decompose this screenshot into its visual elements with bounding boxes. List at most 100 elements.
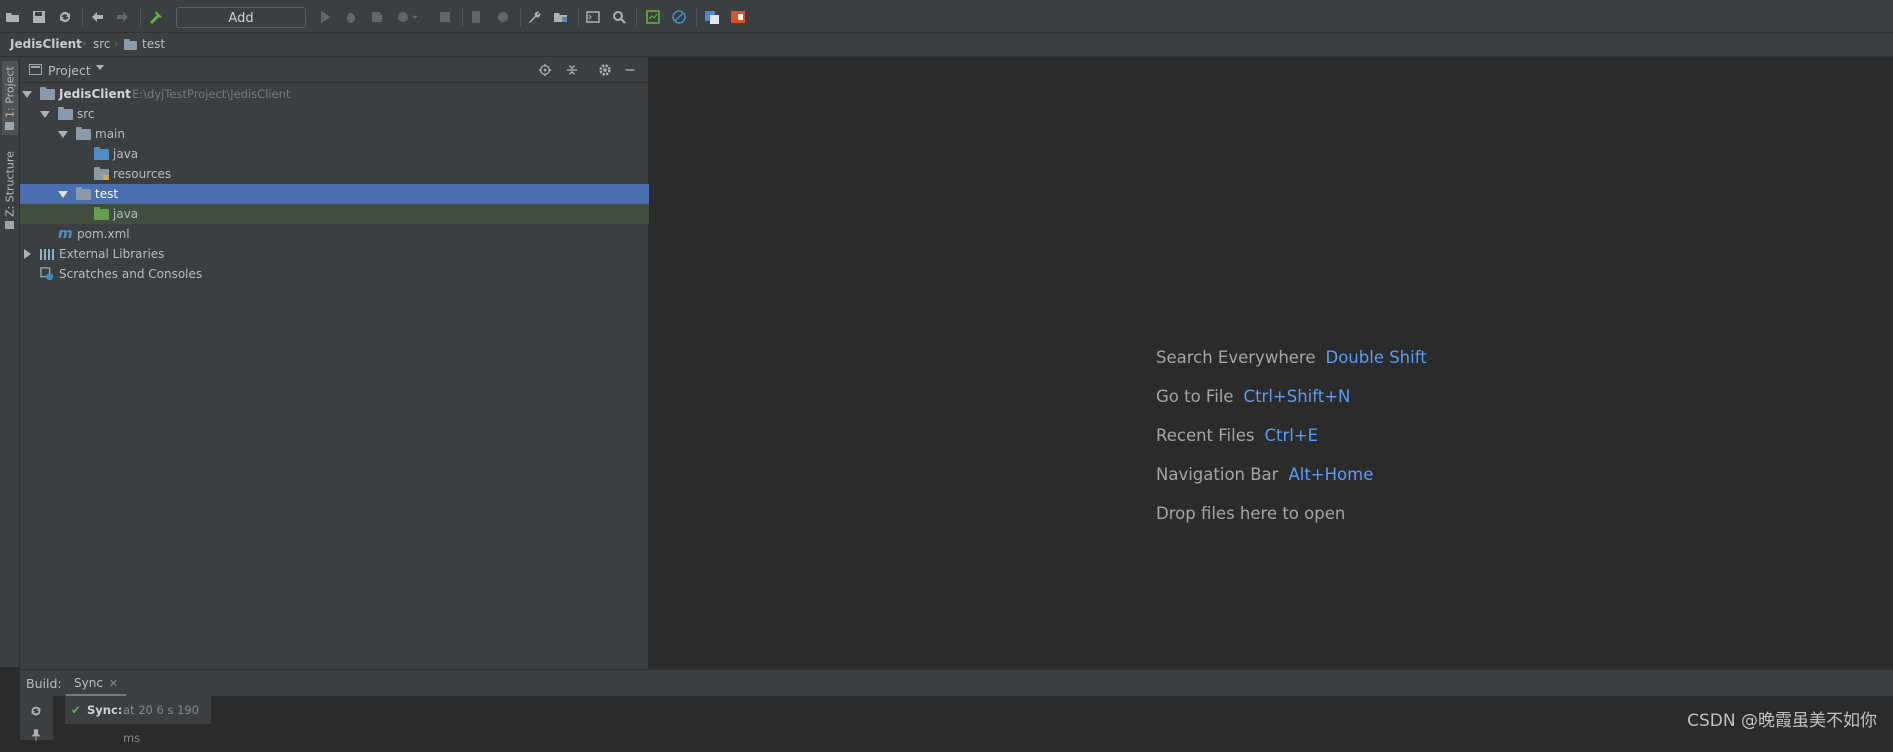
tree-item-label: pom.xml xyxy=(77,227,130,241)
folder-icon xyxy=(5,121,15,130)
tree-item-label: test xyxy=(95,187,119,201)
attach-icon[interactable] xyxy=(468,8,486,26)
chevron-down-icon[interactable] xyxy=(58,191,68,198)
chevron-down-icon[interactable] xyxy=(58,131,68,138)
build-panel-header: Build: Sync ✕ xyxy=(20,669,1893,697)
collapse-all-icon[interactable] xyxy=(563,61,581,79)
open-folder-icon[interactable] xyxy=(4,8,22,26)
folder-icon xyxy=(124,39,137,50)
structure-icon xyxy=(5,220,15,229)
add-configuration-button[interactable]: Add Configuration... xyxy=(176,7,306,47)
tree-item-src[interactable]: src xyxy=(20,104,649,124)
build-side-toolbar xyxy=(20,696,53,742)
module-folder-icon xyxy=(40,87,55,100)
check-icon: ✔ xyxy=(71,703,81,717)
debug-icon[interactable] xyxy=(342,8,360,26)
tab-sync[interactable]: Sync ✕ xyxy=(66,670,127,697)
settings-wrench-icon[interactable] xyxy=(526,8,544,26)
close-icon[interactable]: ✕ xyxy=(109,677,118,690)
sync-status-item[interactable]: ✔ Sync: at 20 6 s 190 ms xyxy=(65,696,211,745)
coverage-green-icon[interactable] xyxy=(644,8,662,26)
back-icon[interactable] xyxy=(88,8,106,26)
chevron-down-icon[interactable] xyxy=(410,8,420,26)
no-entry-icon[interactable] xyxy=(670,8,688,26)
tree-item-test[interactable]: test xyxy=(20,184,649,204)
chevron-down-icon[interactable] xyxy=(96,65,104,70)
breadcrumb-src[interactable]: src xyxy=(93,33,111,55)
tree-item-label: java xyxy=(113,147,139,161)
run-icon[interactable] xyxy=(316,8,334,26)
office-icon[interactable] xyxy=(729,8,747,26)
project-panel-title[interactable]: Project xyxy=(48,63,91,78)
tree-item-scratches[interactable]: Scratches and Consoles xyxy=(20,264,649,284)
stop-icon[interactable] xyxy=(436,8,454,26)
folder-icon xyxy=(76,187,91,200)
sync-time: at 20 6 s 190 ms xyxy=(123,703,200,745)
tree-item-java[interactable]: java xyxy=(20,144,649,164)
tree-item-label: src xyxy=(77,107,95,121)
hint-recent-files: Recent Files Ctrl+E xyxy=(1156,426,1318,445)
build-hammer-icon[interactable] xyxy=(147,8,165,26)
folder-icon xyxy=(58,107,73,120)
chevron-down-icon[interactable] xyxy=(22,91,32,98)
hint-shortcut: Alt+Home xyxy=(1288,465,1374,484)
hint-drop-files: Drop files here to open xyxy=(1156,504,1345,523)
main-toolbar: Add Configuration... xyxy=(0,0,1893,47)
tree-item-pom[interactable]: m pom.xml xyxy=(20,224,649,244)
tree-item-main[interactable]: main xyxy=(20,124,649,144)
save-icon[interactable] xyxy=(30,8,48,26)
breadcrumb-project[interactable]: JedisClient xyxy=(10,33,82,55)
hint-label: Recent Files xyxy=(1156,426,1255,445)
tree-item-test-java[interactable]: java xyxy=(20,204,649,224)
coverage-icon[interactable] xyxy=(368,8,386,26)
sync-icon[interactable] xyxy=(56,8,74,26)
terminal-icon[interactable] xyxy=(584,8,602,26)
devices-icon[interactable] xyxy=(494,8,512,26)
hint-navigation-bar: Navigation Bar Alt+Home xyxy=(1156,465,1373,484)
forward-icon[interactable] xyxy=(114,8,132,26)
chevron-right-icon: › xyxy=(114,37,119,50)
tree-item-label: JedisClient xyxy=(59,87,131,101)
tree-item-label: resources xyxy=(113,167,172,181)
test-folder-icon xyxy=(94,207,109,220)
tree-item-resources[interactable]: resources xyxy=(20,164,649,184)
tree-item-label: main xyxy=(95,127,125,141)
tree-item-label: java xyxy=(113,207,139,221)
hint-label: Navigation Bar xyxy=(1156,465,1279,484)
scratches-icon xyxy=(40,267,54,281)
hint-label: Go to File xyxy=(1156,387,1234,406)
chevron-right-icon[interactable] xyxy=(24,249,31,259)
tree-item-external-libraries[interactable]: External Libraries xyxy=(20,244,649,264)
tab-structure-label: Z: Structure xyxy=(3,151,17,217)
tab-project[interactable]: 1: Project xyxy=(2,61,18,135)
tree-item-path: E:\dyjTestProject\JedisClient xyxy=(132,87,291,101)
build-label: Build: xyxy=(26,676,62,691)
locate-icon[interactable] xyxy=(536,61,554,79)
hint-shortcut: Double Shift xyxy=(1325,348,1427,367)
tool-window-strip: 1: Project Z: Structure xyxy=(0,57,20,667)
project-panel-header: Project xyxy=(20,57,649,83)
resources-folder-icon xyxy=(94,167,109,180)
search-icon[interactable] xyxy=(610,8,628,26)
gear-icon[interactable] xyxy=(596,61,614,79)
project-structure-icon[interactable] xyxy=(552,8,570,26)
translate-icon[interactable] xyxy=(703,8,721,26)
folder-icon xyxy=(76,127,91,140)
breadcrumb-test[interactable]: test xyxy=(142,33,165,55)
tree-item-label: Scratches and Consoles xyxy=(59,267,203,281)
hint-shortcut: Ctrl+Shift+N xyxy=(1243,387,1351,406)
watermark: CSDN @晚霞虽美不如你 xyxy=(1687,711,1877,731)
breadcrumb: JedisClient › src › test xyxy=(0,33,1893,57)
tab-structure[interactable]: Z: Structure xyxy=(2,149,18,231)
tree-item-label: External Libraries xyxy=(59,247,165,261)
hint-search-everywhere: Search Everywhere Double Shift xyxy=(1156,348,1427,367)
project-panel: Project JedisClient E:\dyjTestProject\Je… xyxy=(20,57,649,669)
minimize-icon[interactable] xyxy=(621,61,639,79)
sync-status-label: Sync: xyxy=(87,703,123,717)
tab-sync-label: Sync xyxy=(74,676,103,690)
sync-icon[interactable] xyxy=(29,704,43,718)
hint-label: Search Everywhere xyxy=(1156,348,1316,367)
chevron-down-icon[interactable] xyxy=(40,111,50,118)
source-folder-icon xyxy=(94,147,109,160)
tree-item-jedisclient[interactable]: JedisClient E:\dyjTestProject\JedisClien… xyxy=(20,84,649,104)
